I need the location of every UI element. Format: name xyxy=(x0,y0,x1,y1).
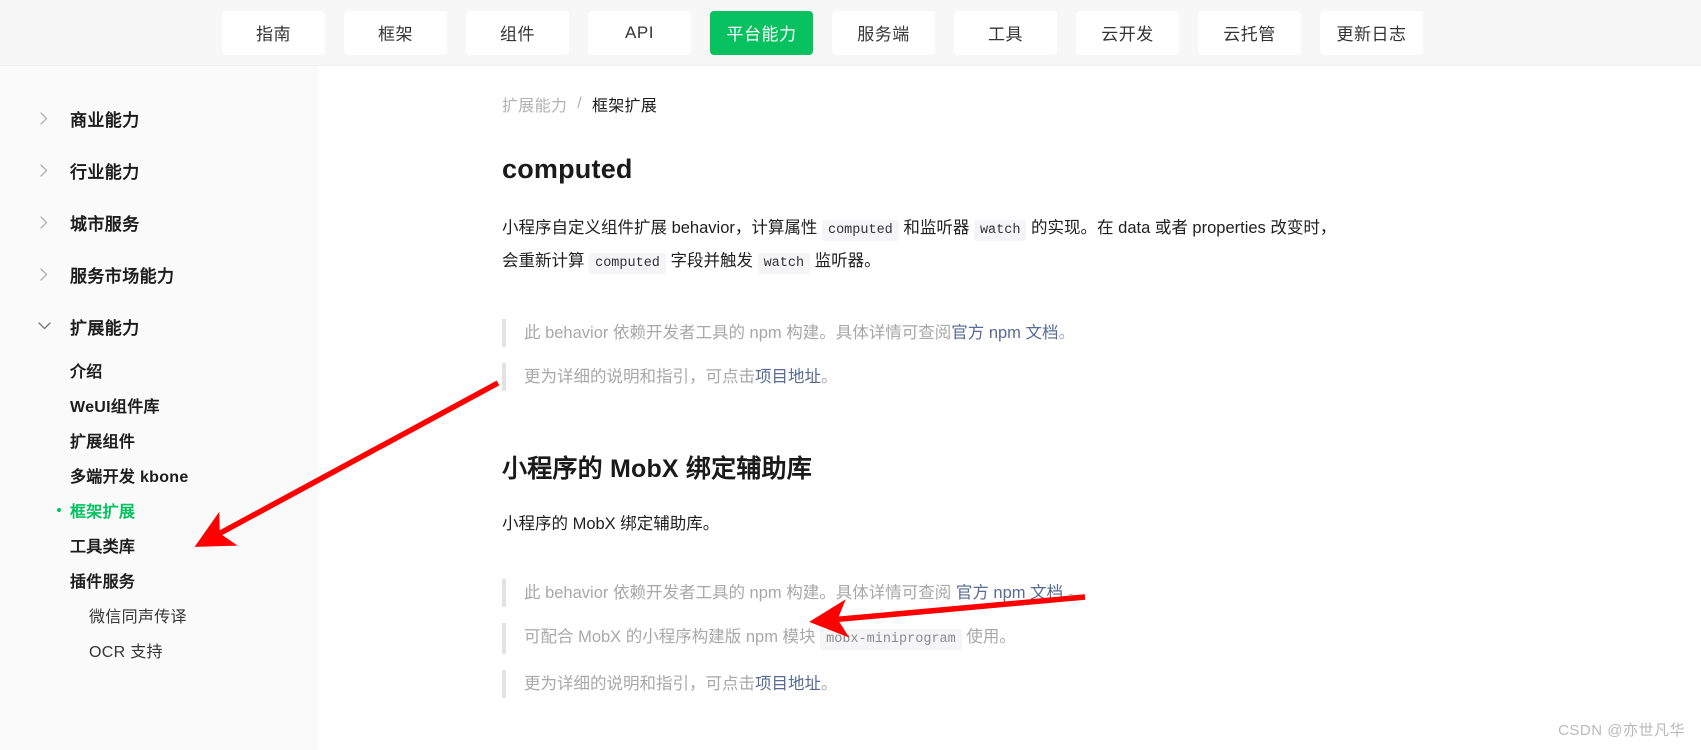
link-official-npm-doc[interactable]: 官方 npm 文档 xyxy=(951,324,1058,342)
sidebar-item-label: 介绍 xyxy=(70,363,103,381)
sidebar-item-utility-library[interactable]: 工具类库 xyxy=(0,527,318,562)
sidebar-item-multiplatform-kbone[interactable]: 多端开发 kbone xyxy=(0,457,318,492)
sidebar-group-label: 行业能力 xyxy=(70,162,140,182)
sidebar-item-plugin-service[interactable]: 插件服务 xyxy=(0,562,318,597)
chevron-down-icon xyxy=(36,322,52,330)
note-text: 。 xyxy=(1063,584,1085,602)
sidebar-group-label: 服务市场能力 xyxy=(70,266,175,286)
sidebar-group-service-market-capability[interactable]: 服务市场能力 xyxy=(0,248,318,300)
sidebar-group-label: 扩展能力 xyxy=(70,318,140,338)
note-text: 使用。 xyxy=(961,628,1016,646)
paragraph-text: 小程序自定义组件扩展 behavior，计算属性 xyxy=(502,219,822,237)
sidebar-item-label: 插件服务 xyxy=(70,573,136,591)
note-text: 。 xyxy=(1058,324,1076,342)
chevron-right-icon xyxy=(36,111,52,125)
link-official-npm-doc[interactable]: 官方 npm 文档 xyxy=(956,584,1063,602)
nav-item-platform-capability[interactable]: 平台能力 xyxy=(710,10,813,55)
chevron-right-icon xyxy=(36,267,52,281)
section1-note-npm: 此 behavior 依赖开发者工具的 npm 构建。具体详情可查阅官方 npm… xyxy=(502,319,1424,347)
sidebar-item-label: 工具类库 xyxy=(70,538,136,556)
nav-item-label: 平台能力 xyxy=(726,25,797,44)
nav-item-api[interactable]: API xyxy=(588,10,691,55)
sidebar-item-label: 多端开发 kbone xyxy=(70,468,189,486)
paragraph-text: 监听器。 xyxy=(810,252,881,270)
page-layout: 商业能力 行业能力 城市服务 服务市场能力 扩展能力 介绍 WeUI组件库 扩展… xyxy=(0,66,1701,750)
nav-item-label: 云托管 xyxy=(1223,25,1276,44)
sidebar-item-label: OCR 支持 xyxy=(89,643,163,661)
section1-paragraph: 小程序自定义组件扩展 behavior，计算属性 computed 和监听器 w… xyxy=(502,213,1342,279)
chevron-right-icon xyxy=(36,215,52,229)
top-navigation-bar: 指南 框架 组件 API 平台能力 服务端 工具 云开发 云托管 更新日志 xyxy=(0,0,1701,66)
page-title: computed xyxy=(502,154,633,184)
sidebar-item-label: 扩展组件 xyxy=(70,433,136,451)
sidebar-group-city-service[interactable]: 城市服务 xyxy=(0,196,318,248)
sidebar-navigation: 商业能力 行业能力 城市服务 服务市场能力 扩展能力 介绍 WeUI组件库 扩展… xyxy=(0,66,318,750)
note-text: 更为详细的说明和指引，可点击 xyxy=(524,675,755,693)
section2-note-mobx-module: 可配合 MobX 的小程序构建版 npm 模块 mobx-miniprogram… xyxy=(502,623,1424,654)
inline-code-computed: computed xyxy=(589,253,666,274)
section1-note-project: 更为详细的说明和指引，可点击项目地址。 xyxy=(502,363,1424,391)
sidebar-group-business-capability[interactable]: 商业能力 xyxy=(0,92,318,144)
section2-note-project: 更为详细的说明和指引，可点击项目地址。 xyxy=(502,670,1424,698)
inline-code-computed: computed xyxy=(821,220,899,241)
breadcrumb: 扩展能力 / 框架扩展 xyxy=(502,92,1661,116)
sidebar-item-label: 框架扩展 xyxy=(70,503,136,521)
breadcrumb-current: 框架扩展 xyxy=(591,98,658,115)
note-text: 更为详细的说明和指引，可点击 xyxy=(524,368,755,386)
breadcrumb-parent[interactable]: 扩展能力 xyxy=(502,92,567,116)
inline-code-watch: watch xyxy=(973,220,1027,241)
sidebar-item-wechat-simultaneous-interpretation[interactable]: 微信同声传译 xyxy=(0,597,318,632)
nav-item-label: 工具 xyxy=(988,25,1023,44)
section2-note-npm: 此 behavior 依赖开发者工具的 npm 构建。具体详情可查阅 官方 np… xyxy=(502,579,1424,607)
active-dot-icon xyxy=(57,507,61,512)
note-text: 。 xyxy=(821,675,838,693)
note-text: 可配合 MobX 的小程序构建版 npm 模块 xyxy=(524,628,821,646)
note-text: 。 xyxy=(821,368,838,386)
nav-item-label: 服务端 xyxy=(857,25,910,44)
inline-code-watch: watch xyxy=(757,253,811,274)
sidebar-group-label: 商业能力 xyxy=(70,110,140,130)
nav-item-components[interactable]: 组件 xyxy=(466,10,569,55)
nav-item-cloud-hosting[interactable]: 云托管 xyxy=(1198,10,1301,55)
note-text: 此 behavior 依赖开发者工具的 npm 构建。具体详情可查阅 xyxy=(524,584,956,602)
paragraph-text: 字段并触发 xyxy=(665,252,758,270)
nav-item-label: 框架 xyxy=(378,25,413,44)
section2-paragraph: 小程序的 MobX 绑定辅助库。 xyxy=(502,515,720,533)
nav-item-cloud-dev[interactable]: 云开发 xyxy=(1076,10,1179,55)
watermark: CSDN @亦世凡华 xyxy=(1558,722,1685,739)
sidebar-item-ocr-support[interactable]: OCR 支持 xyxy=(0,632,318,667)
section2-title: 小程序的 MobX 绑定辅助库 xyxy=(502,455,812,483)
paragraph-text: 和监听器 xyxy=(898,219,974,237)
sidebar-group-industry-capability[interactable]: 行业能力 xyxy=(0,144,318,196)
sidebar-item-extension-components[interactable]: 扩展组件 xyxy=(0,422,318,457)
note-text: 此 behavior 依赖开发者工具的 npm 构建。具体详情可查阅 xyxy=(524,324,952,342)
breadcrumb-separator: / xyxy=(577,95,582,112)
inline-code-mobx-miniprogram: mobx-miniprogram xyxy=(820,629,962,650)
sidebar-item-label: 微信同声传译 xyxy=(89,608,187,626)
nav-item-tools[interactable]: 工具 xyxy=(954,10,1057,55)
nav-item-framework[interactable]: 框架 xyxy=(344,10,447,55)
sidebar-item-weui-component-library[interactable]: WeUI组件库 xyxy=(0,387,318,422)
nav-item-changelog[interactable]: 更新日志 xyxy=(1320,10,1423,55)
nav-item-label: 指南 xyxy=(256,25,291,44)
nav-item-label: 云开发 xyxy=(1101,25,1154,44)
link-project-address[interactable]: 项目地址 xyxy=(755,368,821,386)
sidebar-item-label: WeUI组件库 xyxy=(70,398,160,416)
link-project-address[interactable]: 项目地址 xyxy=(755,675,821,693)
sidebar-item-framework-extension[interactable]: 框架扩展 xyxy=(0,492,318,527)
nav-item-guide[interactable]: 指南 xyxy=(222,10,325,55)
sidebar-group-extension-capability[interactable]: 扩展能力 xyxy=(0,300,318,352)
nav-item-label: 更新日志 xyxy=(1336,25,1407,44)
nav-item-server[interactable]: 服务端 xyxy=(832,10,935,55)
sidebar-group-label: 城市服务 xyxy=(70,214,140,234)
chevron-right-icon xyxy=(36,163,52,177)
nav-item-label: API xyxy=(625,22,654,42)
nav-item-label: 组件 xyxy=(500,25,535,44)
main-content: 扩展能力 / 框架扩展 computed 小程序自定义组件扩展 behavior… xyxy=(318,66,1701,750)
sidebar-item-introduction[interactable]: 介绍 xyxy=(0,352,318,387)
